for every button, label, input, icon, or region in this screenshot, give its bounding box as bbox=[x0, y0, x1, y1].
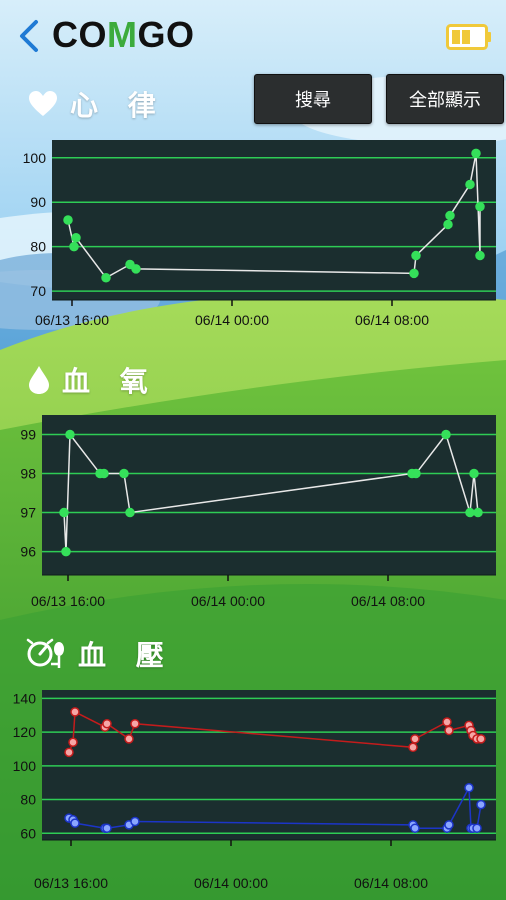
data-point bbox=[411, 468, 421, 479]
section-title-bp: 血 壓 bbox=[78, 639, 174, 672]
data-point bbox=[465, 179, 475, 190]
x-tick-label: 06/14 00:00 bbox=[191, 593, 265, 609]
app-header: COMGO bbox=[0, 0, 506, 72]
data-point bbox=[444, 820, 454, 830]
data-point bbox=[475, 250, 485, 261]
x-tick-label: 06/14 00:00 bbox=[194, 875, 268, 891]
chart-plot-area bbox=[52, 140, 496, 300]
data-point bbox=[442, 717, 452, 727]
data-point bbox=[102, 718, 112, 729]
data-point bbox=[124, 734, 134, 744]
y-tick-label: 100 bbox=[23, 150, 47, 166]
data-point bbox=[408, 742, 418, 753]
y-tick-label: 96 bbox=[20, 544, 36, 560]
data-point bbox=[411, 250, 421, 261]
y-tick-label: 70 bbox=[30, 283, 46, 299]
x-tick-label: 06/14 08:00 bbox=[355, 312, 429, 328]
data-point bbox=[441, 429, 451, 440]
search-button[interactable]: 搜尋 bbox=[254, 74, 372, 124]
section-heart-rate: 心 律 bbox=[28, 84, 166, 124]
y-tick-label: 60 bbox=[20, 825, 36, 841]
y-tick-label: 99 bbox=[20, 427, 36, 443]
data-point bbox=[102, 823, 112, 833]
data-point bbox=[119, 468, 129, 479]
battery-icon bbox=[446, 24, 491, 50]
data-point bbox=[465, 507, 475, 518]
data-point bbox=[473, 507, 483, 518]
y-tick-label: 97 bbox=[20, 505, 36, 521]
heart-rate-chart: 70 80 90 100 06/13 16:00 06/14 00:00 06/14 08:… bbox=[23, 140, 496, 328]
data-point bbox=[476, 734, 486, 744]
water-drop-icon bbox=[29, 366, 49, 394]
y-tick-label: 120 bbox=[13, 724, 37, 740]
chevron-left-icon[interactable] bbox=[14, 18, 44, 54]
data-point bbox=[475, 201, 485, 212]
y-tick-label: 100 bbox=[13, 758, 37, 774]
section-blood-oxygen: 血 氧 bbox=[28, 360, 158, 400]
data-point bbox=[71, 233, 81, 243]
data-point bbox=[130, 718, 140, 729]
x-tick-label: 06/14 08:00 bbox=[354, 875, 428, 891]
data-point bbox=[131, 264, 141, 274]
blood-pressure-chart: 60 80 100 120 140 06/13 16:00 06/14 00:00 06/14… bbox=[13, 690, 496, 891]
data-point bbox=[410, 734, 420, 744]
y-tick-label: 80 bbox=[20, 792, 36, 808]
x-tick-label: 06/14 08:00 bbox=[351, 593, 425, 609]
chart-plot-area bbox=[42, 690, 496, 840]
data-point bbox=[99, 468, 109, 479]
data-point bbox=[68, 737, 78, 747]
data-point bbox=[125, 507, 135, 518]
data-point bbox=[63, 215, 73, 225]
y-tick-label: 140 bbox=[13, 690, 37, 706]
data-point bbox=[59, 507, 69, 518]
x-tick-label: 06/13 16:00 bbox=[34, 875, 108, 891]
section-title-heart: 心 律 bbox=[70, 89, 166, 122]
data-point bbox=[69, 241, 79, 252]
y-tick-label: 98 bbox=[20, 466, 36, 482]
blood-oxygen-chart: 96 97 98 99 06/13 16:00 06/14 00:00 06/14 08:0… bbox=[20, 415, 496, 609]
show-all-button[interactable]: 全部顯示 bbox=[386, 74, 504, 124]
data-point bbox=[476, 799, 486, 810]
x-tick-label: 06/14 00:00 bbox=[195, 312, 269, 328]
data-point bbox=[61, 546, 71, 557]
y-tick-label: 80 bbox=[30, 239, 46, 255]
blood-pressure-gauge-icon bbox=[26, 638, 64, 668]
x-tick-label: 06/13 16:00 bbox=[35, 312, 109, 328]
data-point bbox=[443, 219, 453, 230]
x-tick-label: 06/13 16:00 bbox=[31, 593, 105, 609]
data-point bbox=[472, 823, 482, 833]
data-point bbox=[101, 273, 111, 283]
data-point bbox=[64, 747, 74, 758]
section-blood-pressure: 血 壓 bbox=[26, 634, 174, 674]
section-title-spo2: 血 氧 bbox=[62, 365, 158, 398]
data-point bbox=[65, 429, 75, 440]
data-point bbox=[410, 823, 420, 833]
app-logo: COMGO bbox=[52, 14, 195, 55]
data-point bbox=[464, 783, 474, 793]
data-point bbox=[471, 148, 481, 159]
heart-icon bbox=[29, 91, 57, 116]
data-point bbox=[70, 818, 80, 828]
data-point bbox=[445, 210, 455, 221]
data-point bbox=[70, 707, 80, 717]
data-point bbox=[469, 468, 479, 479]
data-point bbox=[444, 725, 454, 736]
y-tick-label: 90 bbox=[30, 194, 46, 210]
data-point bbox=[130, 816, 140, 827]
data-point bbox=[409, 268, 419, 279]
